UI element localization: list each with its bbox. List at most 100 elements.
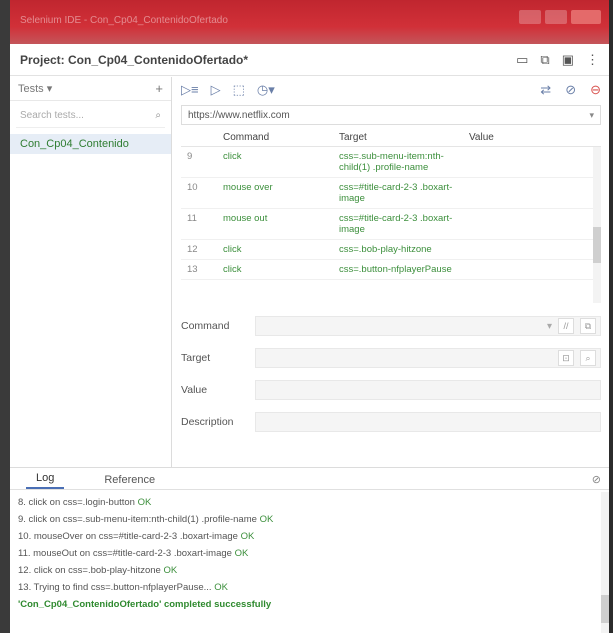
close-button[interactable] xyxy=(571,10,601,24)
record-icon[interactable]: ⊖ xyxy=(590,82,601,98)
selenium-ide-app: Project: Con_Cp04_ContenidoOfertado* ▭ ⧉… xyxy=(10,44,609,633)
speed-icon[interactable]: ◷▾ xyxy=(257,82,275,98)
command-field-row: Command ▾ // ⧉ xyxy=(181,315,601,337)
log-panel: Log Reference ⊘ 8. click on css=.login-b… xyxy=(10,467,609,633)
find-target-icon[interactable]: ⌕ xyxy=(580,350,596,366)
tests-dropdown[interactable]: Tests ▾ + xyxy=(10,77,171,101)
row-target: css=.button-nfplayerPause xyxy=(339,264,452,275)
project-bar: Project: Con_Cp04_ContenidoOfertado* ▭ ⧉… xyxy=(10,44,609,76)
tests-sidebar: Tests ▾ + Search tests... ⌕ Con_Cp04_Con… xyxy=(10,77,172,467)
row-target: css=.sub-menu-item:nth-child(1) .profile… xyxy=(339,151,444,173)
command-label: Command xyxy=(181,320,230,332)
row-target: css=#title-card-2-3 .boxart-image xyxy=(339,213,453,235)
row-target: css=.bob-play-hitzone xyxy=(339,244,432,255)
row-command: mouse over xyxy=(223,182,273,193)
log-line: 9. click on css=.sub-menu-item:nth-child… xyxy=(18,511,601,528)
log-scrollbar-thumb[interactable] xyxy=(601,595,609,623)
description-field-row: Description xyxy=(181,411,601,433)
run-current-test-icon[interactable]: ▷ xyxy=(211,82,221,98)
log-text: 9. click on css=.sub-menu-item:nth-child… xyxy=(18,514,257,525)
table-header: Command Target Value xyxy=(181,129,601,147)
row-command: click xyxy=(223,244,242,255)
project-title[interactable]: Project: Con_Cp04_ContenidoOfertado* xyxy=(20,53,248,67)
base-url-input[interactable]: https://www.netflix.com ▾ xyxy=(181,105,601,125)
chevron-down-icon[interactable]: ▾ xyxy=(547,321,552,332)
row-command: mouse out xyxy=(223,213,268,224)
row-number: 13 xyxy=(187,264,198,275)
description-label: Description xyxy=(181,416,234,428)
table-scrollbar[interactable] xyxy=(593,147,601,303)
header-value: Value xyxy=(469,132,494,143)
project-actions: ▭ ⧉ ▣ ⋮ xyxy=(516,52,599,68)
command-input[interactable]: ▾ // ⧉ xyxy=(255,316,601,336)
desktop-edge-right xyxy=(609,0,613,633)
new-project-icon[interactable]: ▭ xyxy=(516,52,528,68)
search-tests-input[interactable]: Search tests... ⌕ xyxy=(16,104,165,128)
value-field-row: Value xyxy=(181,379,601,401)
sidebar-item-test[interactable]: Con_Cp04_Contenido xyxy=(10,134,171,154)
pause-on-exceptions-icon[interactable]: ⊘ xyxy=(565,82,576,98)
commands-table: Command Target Value 9 click css=.sub-me… xyxy=(181,129,601,303)
log-line: 10. mouseOver on css=#title-card-2-3 .bo… xyxy=(18,528,601,545)
open-reference-icon[interactable]: ⧉ xyxy=(580,318,596,334)
table-row[interactable]: 13 click css=.button-nfplayerPause xyxy=(181,260,601,280)
run-all-tests-icon[interactable]: ▷≡ xyxy=(181,82,199,98)
target-label: Target xyxy=(181,352,211,364)
log-line: 13. Trying to find css=.button-nfplayerP… xyxy=(18,579,601,596)
row-command: click xyxy=(223,151,242,162)
header-command: Command xyxy=(223,132,270,143)
open-project-icon[interactable]: ⧉ xyxy=(540,52,549,68)
log-status: OK xyxy=(163,565,178,576)
table-scrollbar-thumb[interactable] xyxy=(593,227,601,263)
window-title: Selenium IDE - Con_Cp04_ContenidoOfertad… xyxy=(20,15,228,26)
log-tabs: Log Reference ⊘ xyxy=(10,468,609,490)
tab-log[interactable]: Log xyxy=(26,472,65,489)
table-row[interactable]: 11 mouse out css=#title-card-2-3 .boxart… xyxy=(181,209,601,240)
log-text: 11. mouseOut on css=#title-card-2-3 .box… xyxy=(18,548,232,559)
tab-reference[interactable]: Reference xyxy=(94,474,165,489)
log-status: OK xyxy=(214,582,228,593)
log-line: 8. click on css=.login-button OK xyxy=(18,494,601,511)
header-target: Target xyxy=(339,132,367,143)
table-row[interactable]: 12 click css=.bob-play-hitzone xyxy=(181,240,601,260)
log-text: 10. mouseOver on css=#title-card-2-3 .bo… xyxy=(18,531,238,542)
search-placeholder: Search tests... xyxy=(20,110,84,121)
target-input[interactable]: ⊡ ⌕ xyxy=(255,348,601,368)
minimize-button[interactable] xyxy=(519,10,541,24)
log-scrollbar[interactable] xyxy=(601,492,609,633)
log-lines: 8. click on css=.login-button OK 9. clic… xyxy=(10,490,609,617)
select-target-icon[interactable]: ⊡ xyxy=(558,350,574,366)
row-command: click xyxy=(223,264,242,275)
table-row[interactable]: 9 click css=.sub-menu-item:nth-child(1) … xyxy=(181,147,601,178)
log-completed-message: 'Con_Cp04_ContenidoOfertado' completed s… xyxy=(18,599,272,610)
chevron-down-icon[interactable]: ▾ xyxy=(589,110,594,121)
search-icon: ⌕ xyxy=(155,110,161,121)
add-test-icon[interactable]: + xyxy=(155,81,163,96)
row-target: css=#title-card-2-3 .boxart-image xyxy=(339,182,453,204)
more-options-icon[interactable]: ⋮ xyxy=(586,52,599,68)
command-editor: Command ▾ // ⧉ Target ⊡ ⌕ Value Descript… xyxy=(181,315,601,433)
desktop-edge-left xyxy=(0,0,10,633)
log-text: 13. Trying to find css=.button-nfplayerP… xyxy=(18,582,212,593)
row-number: 9 xyxy=(187,151,193,162)
step-over-icon[interactable]: ⬚ xyxy=(233,82,245,98)
toggle-comment-icon[interactable]: // xyxy=(558,318,574,334)
row-number: 10 xyxy=(187,182,198,193)
value-input[interactable] xyxy=(255,380,601,400)
description-input[interactable] xyxy=(255,412,601,432)
clear-log-icon[interactable]: ⊘ xyxy=(592,473,601,489)
toolbar-right: ⇄ ⊘ ⊖ xyxy=(540,82,601,98)
log-line: 11. mouseOut on css=#title-card-2-3 .box… xyxy=(18,545,601,562)
save-project-icon[interactable]: ▣ xyxy=(562,52,574,68)
row-number: 12 xyxy=(187,244,198,255)
disable-breakpoints-icon[interactable]: ⇄ xyxy=(540,82,551,98)
target-field-row: Target ⊡ ⌕ xyxy=(181,347,601,369)
tests-dropdown-label[interactable]: Tests ▾ xyxy=(18,82,52,95)
window-controls xyxy=(519,10,601,24)
window-titlebar: Selenium IDE - Con_Cp04_ContenidoOfertad… xyxy=(10,0,609,44)
table-row[interactable]: 10 mouse over css=#title-card-2-3 .boxar… xyxy=(181,178,601,209)
maximize-button[interactable] xyxy=(545,10,567,24)
log-text: 12. click on css=.bob-play-hitzone xyxy=(18,565,161,576)
log-text: 8. click on css=.login-button xyxy=(18,497,135,508)
row-number: 11 xyxy=(187,213,197,224)
